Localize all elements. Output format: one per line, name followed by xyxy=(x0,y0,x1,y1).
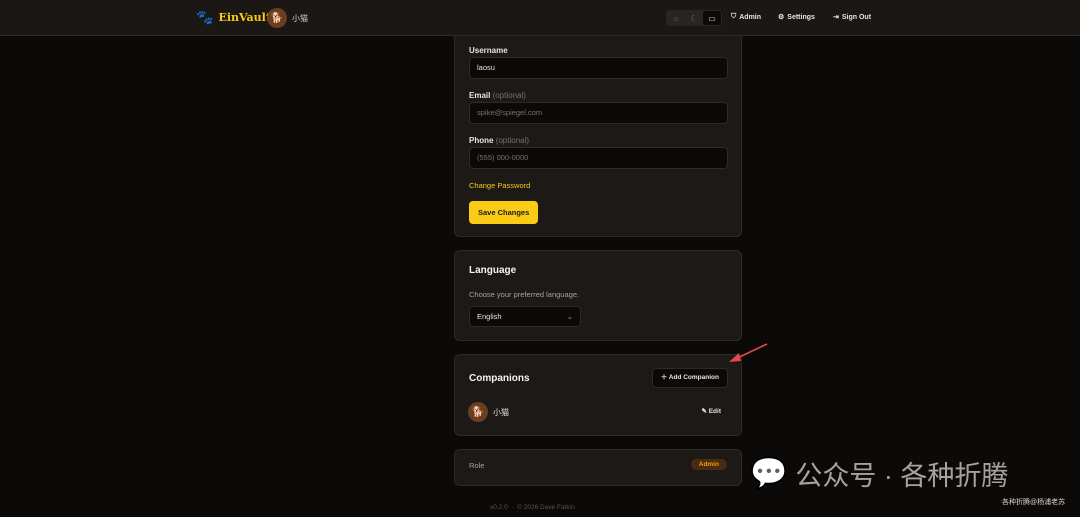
companions-title: Companions xyxy=(469,373,530,384)
sign-out-icon: ⇥ xyxy=(833,14,839,21)
pencil-icon: ✎ xyxy=(701,408,707,415)
current-companion: 小猫 xyxy=(292,13,308,23)
version: v0.2.0 xyxy=(490,504,508,511)
phone-hint: (optional) xyxy=(495,136,530,145)
moon-icon[interactable]: ☾ xyxy=(685,11,703,25)
watermark: 💬 公众号 · 各种折腾 xyxy=(750,454,1008,493)
admin-label: Admin xyxy=(739,13,762,21)
red-arrow-annotation xyxy=(729,343,768,362)
companions-card: Companions ＋ Add Companion 🐕 小猫 ✎ Edit xyxy=(454,354,742,436)
gear-icon: ⚙ xyxy=(778,14,785,21)
username-input[interactable]: laosu xyxy=(469,57,728,79)
phone-label-text: Phone xyxy=(469,136,494,145)
add-companion-label: Add Companion xyxy=(668,374,719,381)
separator: · xyxy=(511,504,514,511)
username-label: Username xyxy=(469,46,508,55)
avatar: 🐕 xyxy=(468,402,488,422)
sun-icon[interactable]: ☼ xyxy=(667,11,685,25)
language-card: Language Choose your preferred language.… xyxy=(454,250,742,341)
save-changes-button[interactable]: Save Changes xyxy=(469,201,539,224)
settings-link[interactable]: ⚙ Settings xyxy=(778,13,815,22)
phone-label: Phone (optional) xyxy=(469,136,529,145)
avatar: 🐕 xyxy=(267,8,287,28)
language-select[interactable]: English ⌄ xyxy=(469,306,581,327)
role-label: Role xyxy=(469,461,485,470)
watermark-sub: 各种折腾@杨浦老苏 xyxy=(1002,499,1066,506)
theme-toggle: ☼ ☾ ▭ xyxy=(666,10,722,26)
watermark-text: 公众号 · 各种折腾 xyxy=(795,461,1009,491)
paw-icon: 🐾 xyxy=(196,9,214,25)
edit-label: Edit xyxy=(708,408,721,415)
add-companion-button[interactable]: ＋ Add Companion xyxy=(651,368,728,388)
companion-switcher[interactable]: 🐕 小猫 xyxy=(267,8,308,28)
copyright: © 2026 Dave Fatkin xyxy=(517,504,575,511)
edit-companion-button[interactable]: ✎ Edit xyxy=(701,407,721,415)
change-password-link[interactable]: Change Password xyxy=(469,181,530,190)
phone-input[interactable]: (555) 000-0000 xyxy=(469,147,728,169)
role-card: Role Admin xyxy=(454,449,742,486)
shield-icon: ⛉ xyxy=(731,13,737,20)
email-hint: (optional) xyxy=(492,91,526,100)
email-label-text: Email xyxy=(469,91,491,100)
language-title: Language xyxy=(469,265,517,276)
role-badge: Admin xyxy=(690,459,727,470)
footer: v0.2.0 · © 2026 Dave Fatkin xyxy=(490,504,575,511)
settings-label: Settings xyxy=(787,13,815,21)
admin-link[interactable]: ⛉ Admin xyxy=(731,13,761,21)
language-subtitle: Choose your preferred language. xyxy=(469,290,580,299)
companion-name: 小猫 xyxy=(493,407,509,417)
sign-out-label: Sign Out xyxy=(841,13,872,21)
chevron-down-icon: ⌄ xyxy=(566,312,573,321)
wechat-icon: 💬 xyxy=(750,457,788,490)
plus-icon: ＋ xyxy=(660,374,668,381)
top-header: 🐾 EinVault 🐕 小猫 ☼ ☾ ▭ ⛉ Admin ⚙ Settings ⇥… xyxy=(0,0,1080,36)
brand-logo[interactable]: 🐾 EinVault xyxy=(196,9,271,26)
language-value: English xyxy=(477,312,502,321)
email-label: Email (optional) xyxy=(469,91,526,100)
monitor-icon[interactable]: ▭ xyxy=(703,11,721,25)
brand-name: EinVault xyxy=(218,11,271,24)
email-input[interactable]: spike@spiegel.com xyxy=(469,102,728,124)
sign-out-link[interactable]: ⇥ Sign Out xyxy=(833,13,872,22)
list-item: 🐕 小猫 xyxy=(468,402,509,422)
